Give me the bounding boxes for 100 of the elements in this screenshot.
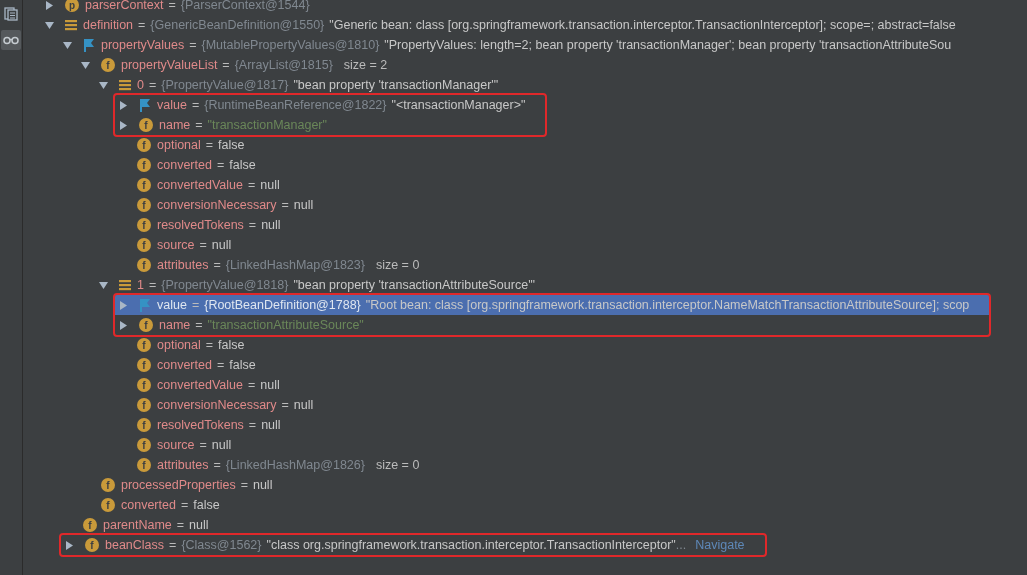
variable-row[interactable]: f resolvedTokens = null: [19, 415, 1027, 435]
value-text: "<transactionManager>": [391, 98, 526, 112]
field-icon: f: [137, 198, 151, 212]
flag-icon: [139, 98, 151, 112]
variable-row[interactable]: f convertedValue = null: [19, 175, 1027, 195]
variable-row[interactable]: 1 = {PropertyValue@1818} "bean property 'transactionAttributeSource'": [19, 275, 1027, 295]
field-icon: f: [137, 218, 151, 232]
value-text: false: [193, 498, 220, 512]
variable-row[interactable]: p parserContext = {ParserContext@1544}: [19, 0, 1027, 15]
field-icon: f: [137, 378, 151, 392]
field-icon: f: [139, 118, 153, 132]
value-text: null: [261, 218, 281, 232]
equals-sign: =: [195, 118, 203, 132]
field-icon: f: [137, 238, 151, 252]
type-label: {LinkedHashMap@1826}: [225, 458, 365, 472]
collapse-arrow-icon[interactable]: [99, 280, 108, 290]
field-icon: f: [85, 538, 99, 552]
value-text: null: [261, 418, 281, 432]
variable-row[interactable]: definition = {GenericBeanDefinition@1550} "Generic bean: class [org.springframework.transaction.interceptor.TransactionInterceptor]; scope=; abstract=false: [19, 15, 1027, 35]
equals-sign: =: [189, 38, 197, 52]
variable-row[interactable]: f converted = false: [19, 155, 1027, 175]
collapse-arrow-icon[interactable]: [63, 40, 72, 50]
variable-row[interactable]: f conversionNecessary = null: [19, 395, 1027, 415]
variable-row[interactable]: f propertyValueList = {ArrayList@1815} size = 2: [19, 55, 1027, 75]
field-icon: f: [101, 478, 115, 492]
variable-name: conversionNecessary: [157, 198, 277, 212]
field-icon: f: [137, 458, 151, 472]
expand-arrow-icon[interactable]: [119, 100, 128, 110]
variable-name: attributes: [157, 258, 209, 272]
expand-arrow-icon[interactable]: [119, 300, 128, 310]
variable-name: converted: [157, 158, 212, 172]
collapse-arrow-icon[interactable]: [45, 20, 54, 30]
value-text: "class org.springframework.transaction.interceptor.TransactionInterceptor": [266, 538, 676, 552]
value-text: false: [229, 358, 256, 372]
equals-sign: =: [199, 438, 207, 452]
field-icon: f: [137, 398, 151, 412]
toolbar-button[interactable]: [1, 30, 21, 50]
variable-row[interactable]: value = {RootBeanDefinition@1788} "Root bean: class [org.springframework.transaction.interceptor.NameMatchTransactionAttributeSource]; scop: [115, 295, 990, 315]
variable-row[interactable]: f processedProperties = null: [19, 475, 1027, 495]
value-text: "transactionAttributeSource": [207, 318, 364, 332]
variable-name: 1: [137, 278, 144, 292]
variable-row[interactable]: f name = "transactionManager": [115, 115, 546, 135]
variable-row[interactable]: f conversionNecessary = null: [19, 195, 1027, 215]
variable-row[interactable]: f attributes = {LinkedHashMap@1823} size = 0: [19, 255, 1027, 275]
value-text: null: [260, 378, 280, 392]
expand-arrow-icon[interactable]: [45, 0, 54, 10]
variable-name: resolvedTokens: [157, 218, 244, 232]
value-text: false: [229, 158, 256, 172]
variable-row[interactable]: f resolvedTokens = null: [19, 215, 1027, 235]
variable-name: beanClass: [105, 538, 165, 552]
equals-sign: =: [169, 538, 177, 552]
expand-arrow-icon[interactable]: [119, 320, 128, 330]
value-text: "PropertyValues: length=2; bean property 'transactionManager'; bean property 'transactionAttributeSou: [384, 38, 952, 52]
size-text: size = 0: [375, 458, 420, 472]
type-label: {LinkedHashMap@1823}: [225, 258, 365, 272]
list-icon: [65, 19, 77, 31]
variable-row[interactable]: 0 = {PropertyValue@1817} "bean property 'transactionManager'": [19, 75, 1027, 95]
collapse-arrow-icon[interactable]: [99, 80, 108, 90]
equals-sign: =: [281, 398, 289, 412]
size-text: size = 2: [343, 58, 388, 72]
expand-arrow-icon[interactable]: [119, 120, 128, 130]
value-text: null: [260, 178, 280, 192]
value-text: null: [252, 478, 273, 492]
variable-name: convertedValue: [157, 178, 243, 192]
variable-row[interactable]: f name = "transactionAttributeSource": [115, 315, 990, 335]
variable-row[interactable]: propertyValues = {MutablePropertyValues@1810} "PropertyValues: length=2; bean property 'transactionManager'; bean property 'transactionAttributeSou: [19, 35, 1027, 55]
type-label: {RootBeanDefinition@1788}: [204, 298, 361, 312]
field-icon: f: [137, 338, 151, 352]
equals-sign: =: [240, 478, 248, 492]
variable-row[interactable]: f source = null: [19, 235, 1027, 255]
field-icon: f: [101, 58, 115, 72]
field-icon: p: [65, 0, 79, 12]
variable-row[interactable]: f attributes = {LinkedHashMap@1826} size = 0: [19, 455, 1027, 475]
variable-name: source: [157, 238, 195, 252]
toolbar-button[interactable]: [1, 4, 21, 24]
variable-name: definition: [83, 18, 134, 32]
variable-name: attributes: [157, 458, 209, 472]
variable-row[interactable]: value = {RuntimeBeanReference@1822} "<transactionManager>": [115, 95, 546, 115]
variable-row[interactable]: f converted = false: [19, 355, 1027, 375]
variable-row[interactable]: f beanClass = {Class@1562} "class org.springframework.transaction.interceptor.TransactionInterceptor"... Navigate: [61, 535, 765, 555]
expand-arrow-icon[interactable]: [65, 540, 74, 550]
variable-row[interactable]: f optional = false: [19, 335, 1027, 355]
variable-row[interactable]: f source = null: [19, 435, 1027, 455]
variable-row[interactable]: f converted = false: [19, 495, 1027, 515]
variable-name: parentName: [103, 518, 172, 532]
value-text: false: [218, 338, 245, 352]
collapse-arrow-icon[interactable]: [81, 60, 90, 70]
value-text: "Generic bean: class [org.springframework.transaction.interceptor.TransactionInterceptor]; scope=; abstract=false: [329, 18, 956, 32]
variable-name: optional: [157, 338, 201, 352]
variable-name: propertyValues: [101, 38, 185, 52]
variable-row[interactable]: f optional = false: [19, 135, 1027, 155]
equals-sign: =: [247, 178, 256, 192]
variable-row[interactable]: f parentName = null: [19, 515, 1027, 535]
equals-sign: =: [148, 278, 157, 292]
value-text: null: [189, 518, 209, 532]
equals-sign: =: [248, 418, 257, 432]
type-label: {ParserContext@1544}: [180, 0, 310, 12]
variable-name: 0: [137, 78, 144, 92]
equals-sign: =: [216, 358, 225, 372]
variable-row[interactable]: f convertedValue = null: [19, 375, 1027, 395]
